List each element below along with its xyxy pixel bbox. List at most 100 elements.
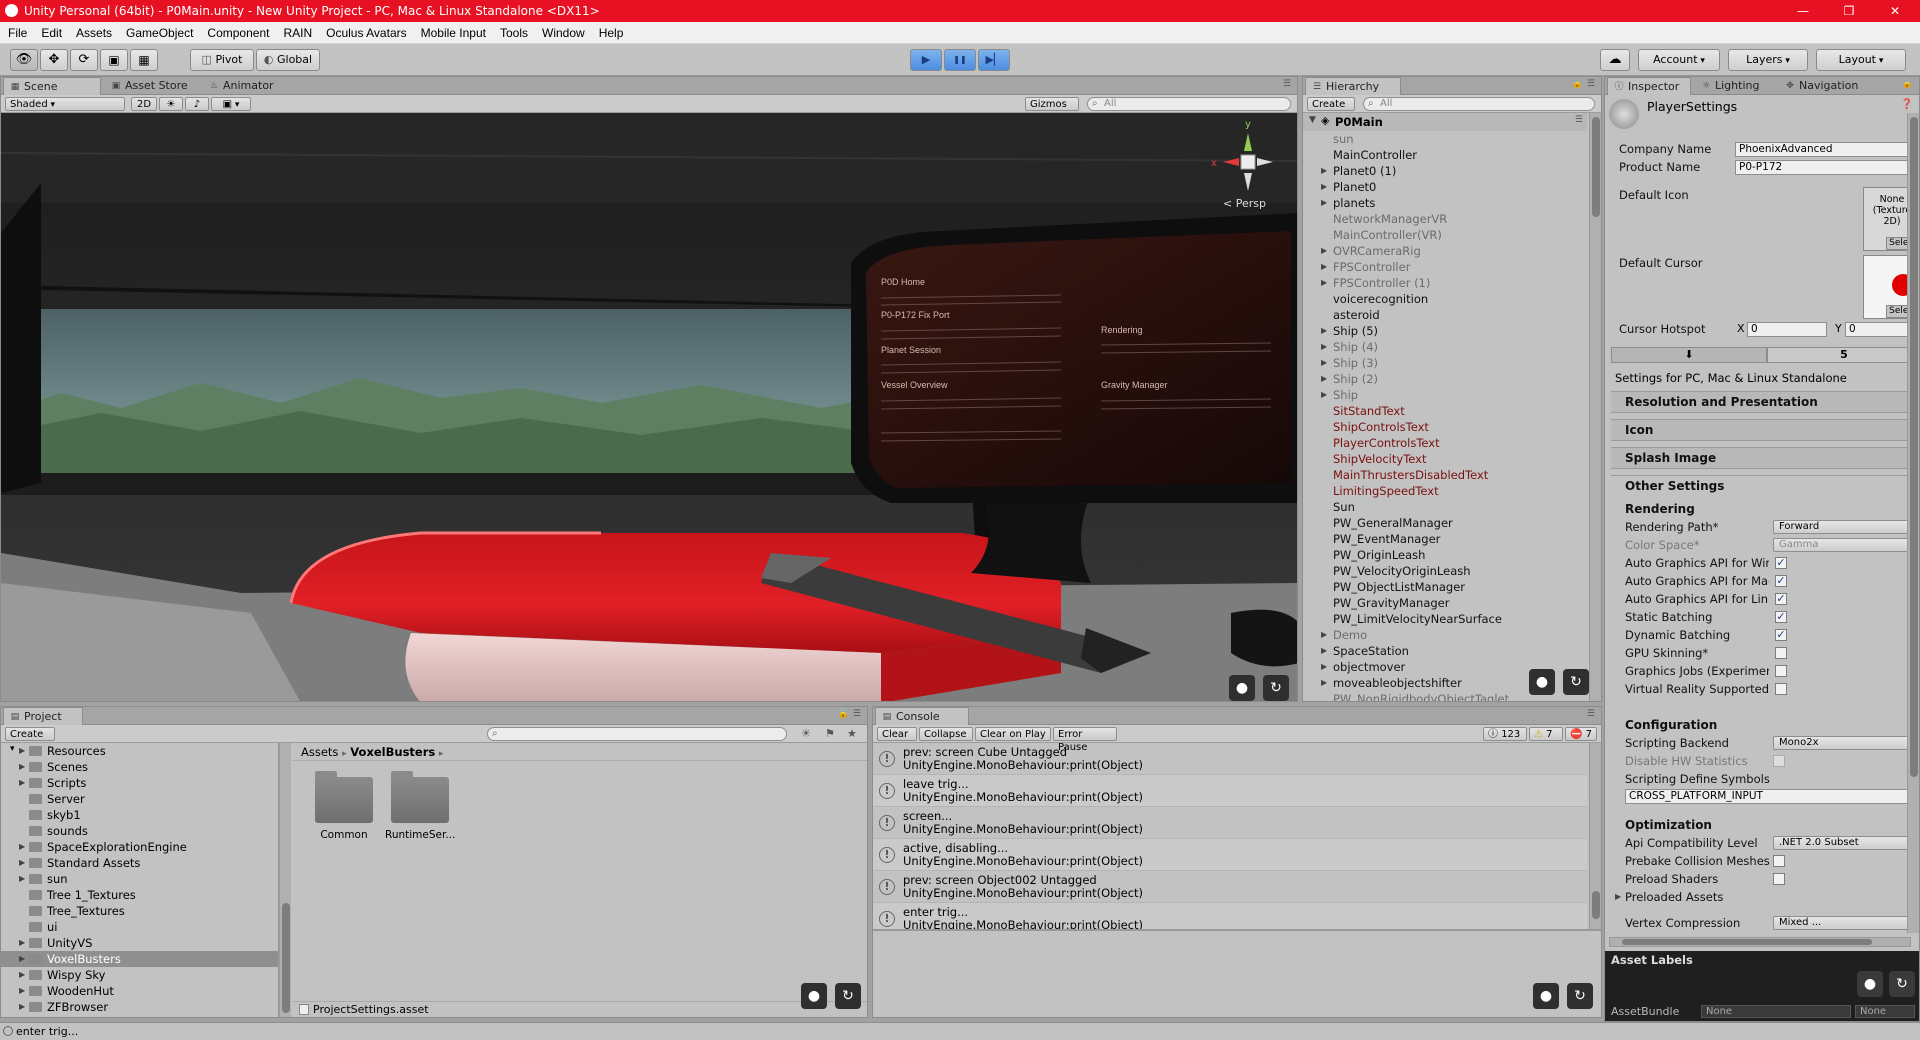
refresh-icon[interactable]: ↻ [835,983,861,1009]
lock-icon[interactable]: 🔒 [1902,79,1913,89]
hierarchy-scroll-thumb[interactable] [1592,117,1600,217]
hierarchy-row[interactable]: PW_GeneralManager [1303,515,1587,531]
project-folder-row[interactable]: ▶ ZFBrowser [1,999,278,1015]
hierarchy-row[interactable]: MainController(VR) [1303,227,1587,243]
expand-arrow-icon[interactable]: ▶ [1321,355,1327,371]
section-other-settings[interactable]: Other Settings [1611,475,1919,497]
console-entry[interactable]: ! leave trig... UnityEngine.MonoBehaviour:… [873,775,1587,807]
scripting-backend-dropdown[interactable]: Mono2x [1773,736,1919,750]
project-tree-scrollbar[interactable] [279,743,291,1017]
expand-arrow-icon[interactable]: ▶ [1321,659,1327,675]
hand-tool-button[interactable]: 👁 [10,49,38,71]
project-folder-row[interactable]: Tree 1_Textures [1,887,278,903]
minimize-button[interactable]: — [1780,0,1826,22]
audio-toggle[interactable]: ♪ [185,97,209,111]
rendering-option-checkbox[interactable]: ✓ [1775,557,1787,569]
hierarchy-row[interactable]: PW_LimitVelocityNearSurface [1303,611,1587,627]
close-button[interactable]: ✕ [1872,0,1918,22]
hierarchy-row[interactable]: ▶ OVRCameraRig [1303,243,1587,259]
api-compat-dropdown[interactable]: .NET 2.0 Subset [1773,836,1919,850]
mic-icon[interactable]: ● [1533,983,1559,1009]
scene-menu-icon[interactable]: ☰ [1575,115,1583,125]
expand-arrow-icon[interactable]: ▼ [1309,115,1316,125]
project-folder-row[interactable]: ui [1,919,278,935]
section-resolution[interactable]: Resolution and Presentation [1611,391,1919,413]
scene-root-row[interactable]: ▼ ◈ P0Main ☰ [1303,113,1587,131]
console-scrollbar[interactable] [1589,743,1601,929]
mic-icon[interactable]: ● [1529,669,1555,695]
platform-tab-standalone[interactable]: ⬇ [1611,347,1767,363]
hierarchy-row[interactable]: MainThrustersDisabledText [1303,467,1587,483]
hierarchy-scrollbar[interactable] [1589,113,1601,701]
refresh-icon[interactable]: ↻ [1263,675,1289,701]
console-clear-on-play-button[interactable]: Clear on Play [975,727,1051,741]
project-folder-row[interactable]: ▶ Wispy Sky [1,967,278,983]
menu-edit[interactable]: Edit [34,22,69,44]
rendering-option-checkbox[interactable]: ✓ [1775,611,1787,623]
pivot-toggle[interactable]: ◫ Pivot [190,49,254,71]
lock-icon[interactable]: 🔒 [1572,79,1583,89]
hierarchy-row[interactable]: PW_EventManager [1303,531,1587,547]
account-dropdown[interactable]: Account [1638,49,1720,71]
hierarchy-row[interactable]: ▶ planets [1303,195,1587,211]
menu-rain[interactable]: RAIN [276,22,319,44]
layout-dropdown[interactable]: Layout [1816,49,1906,71]
define-symbols-field[interactable]: CROSS_PLATFORM_INPUT [1625,789,1919,804]
lighting-toggle[interactable]: ☀ [159,97,183,111]
refresh-icon[interactable]: ↻ [1563,669,1589,695]
panel-menu-icon[interactable]: ☰ [1283,79,1291,89]
expand-arrow-icon[interactable]: ▶ [19,983,25,999]
console-collapse-button[interactable]: Collapse [919,727,973,741]
scene-viewport[interactable]: P0D Home P0-P172 Fix Port Planet Session… [1,113,1297,701]
rect-tool-button[interactable]: ▦ [130,49,158,71]
project-folder-row[interactable]: ▶ sun [1,871,278,887]
hierarchy-row[interactable]: voicerecognition [1303,291,1587,307]
hierarchy-row[interactable]: PW_VelocityOriginLeash [1303,563,1587,579]
expand-arrow-icon[interactable]: ▶ [1321,675,1327,691]
tab-console[interactable]: ▤ Console [875,707,969,725]
status-message[interactable]: enter trig... [16,1025,78,1038]
hierarchy-row[interactable]: ▶ Ship (5) [1303,323,1587,339]
tab-inspector[interactable]: ⓘ Inspector [1607,77,1691,95]
hierarchy-create-dropdown[interactable]: Create [1307,97,1355,111]
inspector-hscrollbar[interactable] [1609,937,1911,947]
hierarchy-row[interactable]: ▶ Ship (3) [1303,355,1587,371]
menu-window[interactable]: Window [535,22,592,44]
asset-bundle-variant-dropdown[interactable]: None [1855,1005,1915,1018]
hierarchy-row[interactable]: ▶ Demo [1303,627,1587,643]
expand-arrow-icon[interactable]: ▶ [1321,371,1327,387]
console-warning-filter[interactable]: ⚠ 7 [1529,727,1563,741]
panel-menu-icon[interactable]: ☰ [1587,709,1595,719]
section-splash[interactable]: Splash Image [1611,447,1919,469]
mic-icon[interactable]: ● [1857,971,1883,997]
global-toggle[interactable]: ◐ Global [256,49,320,71]
project-search-input[interactable] [487,727,787,741]
expand-arrow-icon[interactable]: ▶ [1321,275,1327,291]
filter-label-icon[interactable]: ⚑ [825,727,835,740]
folder-runtimeservices[interactable]: RuntimeSer... [385,771,455,841]
section-icon[interactable]: Icon [1611,419,1919,441]
console-detail-pane[interactable] [873,929,1601,1017]
menu-gameobject[interactable]: GameObject [119,22,200,44]
project-folder-row[interactable]: ▶ Standard Assets [1,855,278,871]
expand-arrow-icon[interactable]: ▶ [19,839,25,855]
expand-arrow-icon[interactable]: ▶ [19,855,25,871]
tab-navigation[interactable]: ✥ Navigation [1779,77,1875,95]
hierarchy-row[interactable]: ShipVelocityText [1303,451,1587,467]
hierarchy-row[interactable]: ▶ SpaceStation [1303,643,1587,659]
preload-shaders-checkbox[interactable] [1773,873,1785,885]
filter-type-icon[interactable]: ☀ [801,727,811,740]
hierarchy-row[interactable]: sun [1303,131,1587,147]
platform-tab-webgl[interactable]: 5 [1767,347,1919,363]
expand-arrow-icon[interactable]: ▶ [19,871,25,887]
company-name-field[interactable]: PhoenixAdvanced [1735,142,1919,157]
menu-component[interactable]: Component [200,22,276,44]
layers-dropdown[interactable]: Layers [1728,49,1808,71]
hierarchy-row[interactable]: ▶ Ship [1303,387,1587,403]
expand-arrow-icon[interactable]: ▶ [19,999,25,1015]
console-entry[interactable]: ! prev: screen Object002 Untagged UnityEng… [873,871,1587,903]
expand-arrow-icon[interactable]: ▶ [19,759,25,775]
effects-dropdown[interactable]: ▣ [211,97,251,111]
collab-button[interactable]: ☁ [1600,49,1630,71]
expand-arrow-icon[interactable]: ▶ [1321,323,1327,339]
